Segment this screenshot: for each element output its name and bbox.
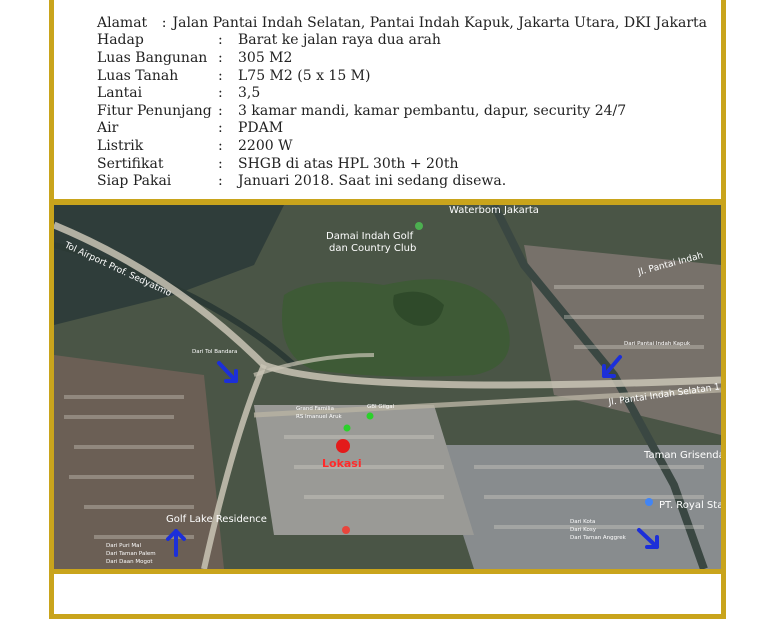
- info-separator: :: [218, 102, 223, 119]
- map-label-golf-lake: Golf Lake Residence: [166, 514, 267, 525]
- info-separator: :: [218, 155, 223, 172]
- info-row: Hadap: Barat ke jalan raya dua arah: [97, 32, 707, 50]
- info-row: Siap Pakai: Januari 2018. Saat ini sedang…: [97, 172, 707, 190]
- annotation-dari-pik: Dari Pantai Indah Kapuk: [624, 341, 691, 347]
- map-label-royal: PT. Royal Stand: [659, 500, 721, 511]
- info-value: Jalan Pantai Indah Selatan, Pantai Indah…: [172, 14, 708, 31]
- info-value: PDAM: [238, 120, 284, 137]
- info-row: Luas Tanah: L75 M2 (5 x 15 M): [97, 67, 707, 85]
- annotation-dari-puri-3: Dari Daan Mogot: [106, 559, 153, 565]
- property-info: Alamat: Jalan Pantai Indah Selatan, Panta…: [97, 14, 707, 190]
- info-label: Fitur Penunjang: [97, 102, 212, 119]
- annotation-dari-kota-3: Dari Taman Anggrek: [570, 535, 627, 541]
- royal-pin-icon: [645, 498, 653, 506]
- annotation-dari-kota-1: Dari Kota: [570, 519, 595, 525]
- poi-dot-icon: [366, 412, 374, 420]
- info-row: Lantai:3,5: [97, 84, 707, 102]
- satellite-map[interactable]: Damai Indah Golf dan Country Club Waterb…: [54, 205, 721, 569]
- info-label: Hadap: [97, 32, 144, 49]
- info-value: 3,5: [238, 85, 261, 102]
- info-label: Listrik: [97, 137, 144, 154]
- poi-dot-icon: [343, 424, 351, 432]
- info-label: Luas Bangunan: [97, 49, 208, 66]
- golf-pin-icon: [415, 222, 423, 230]
- info-value: SHGB di atas HPL 30th + 20th: [238, 155, 459, 172]
- info-row: Luas Bangunan:305 M2: [97, 49, 707, 67]
- info-separator: :: [218, 173, 223, 190]
- map-label-golf: Damai Indah Golf: [326, 231, 414, 242]
- annotation-grand-familia: Grand Familia: [296, 406, 334, 412]
- info-value: 305 M2: [238, 49, 293, 66]
- map-label-waterbom: Waterbom Jakarta: [449, 205, 539, 216]
- map-label-grisenda: Taman Grisenda: [643, 450, 721, 461]
- map-canvas: Damai Indah Golf dan Country Club Waterb…: [54, 205, 721, 569]
- info-value: 2200 W: [238, 137, 293, 154]
- info-separator: :: [218, 49, 223, 66]
- info-separator: :: [161, 14, 167, 31]
- annotation-rs: RS Imanuel Aruk: [296, 414, 343, 420]
- annotation-dari-puri-2: Dari Taman Palem: [106, 551, 156, 557]
- info-row: Sertifikat: SHGB di atas HPL 30th + 20th: [97, 155, 707, 173]
- annotation-gbi: GBI Gilgal: [367, 404, 395, 410]
- info-row: Fitur Penunjang:3 kamar mandi, kamar pem…: [97, 102, 707, 120]
- info-row: Listrik:2200 W: [97, 137, 707, 155]
- info-label: Sertifikat: [97, 155, 164, 172]
- info-label: Lantai: [97, 85, 143, 102]
- info-row: Air: PDAM: [97, 120, 707, 138]
- annotation-dari-kota-2: Dari Kosy: [570, 527, 597, 533]
- info-value: Januari 2018. Saat ini sedang disewa.: [238, 173, 507, 190]
- info-separator: :: [218, 85, 223, 102]
- poi-pin-icon: [342, 526, 350, 534]
- location-marker-icon[interactable]: [336, 439, 350, 453]
- annotation-dari-tol: Dari Tol Bandara: [192, 349, 237, 355]
- info-label: Air: [97, 120, 119, 137]
- info-row: Alamat: Jalan Pantai Indah Selatan, Panta…: [97, 14, 707, 32]
- info-value: Barat ke jalan raya dua arah: [238, 32, 441, 49]
- info-separator: :: [218, 137, 223, 154]
- info-value: L75 M2 (5 x 15 M): [238, 67, 371, 84]
- info-value: 3 kamar mandi, kamar pembantu, dapur, se…: [238, 102, 627, 119]
- info-label: Luas Tanah: [97, 67, 179, 84]
- info-separator: :: [218, 120, 223, 137]
- annotation-dari-puri-1: Dari Puri Mal: [106, 543, 142, 549]
- gold-divider: [49, 569, 726, 574]
- map-label-golf2: dan Country Club: [329, 243, 416, 254]
- info-separator: :: [218, 67, 223, 84]
- annotation-lokasi: Lokasi: [322, 457, 362, 470]
- info-separator: :: [218, 32, 223, 49]
- info-label: Siap Pakai: [97, 173, 172, 190]
- info-label: Alamat: [97, 14, 148, 31]
